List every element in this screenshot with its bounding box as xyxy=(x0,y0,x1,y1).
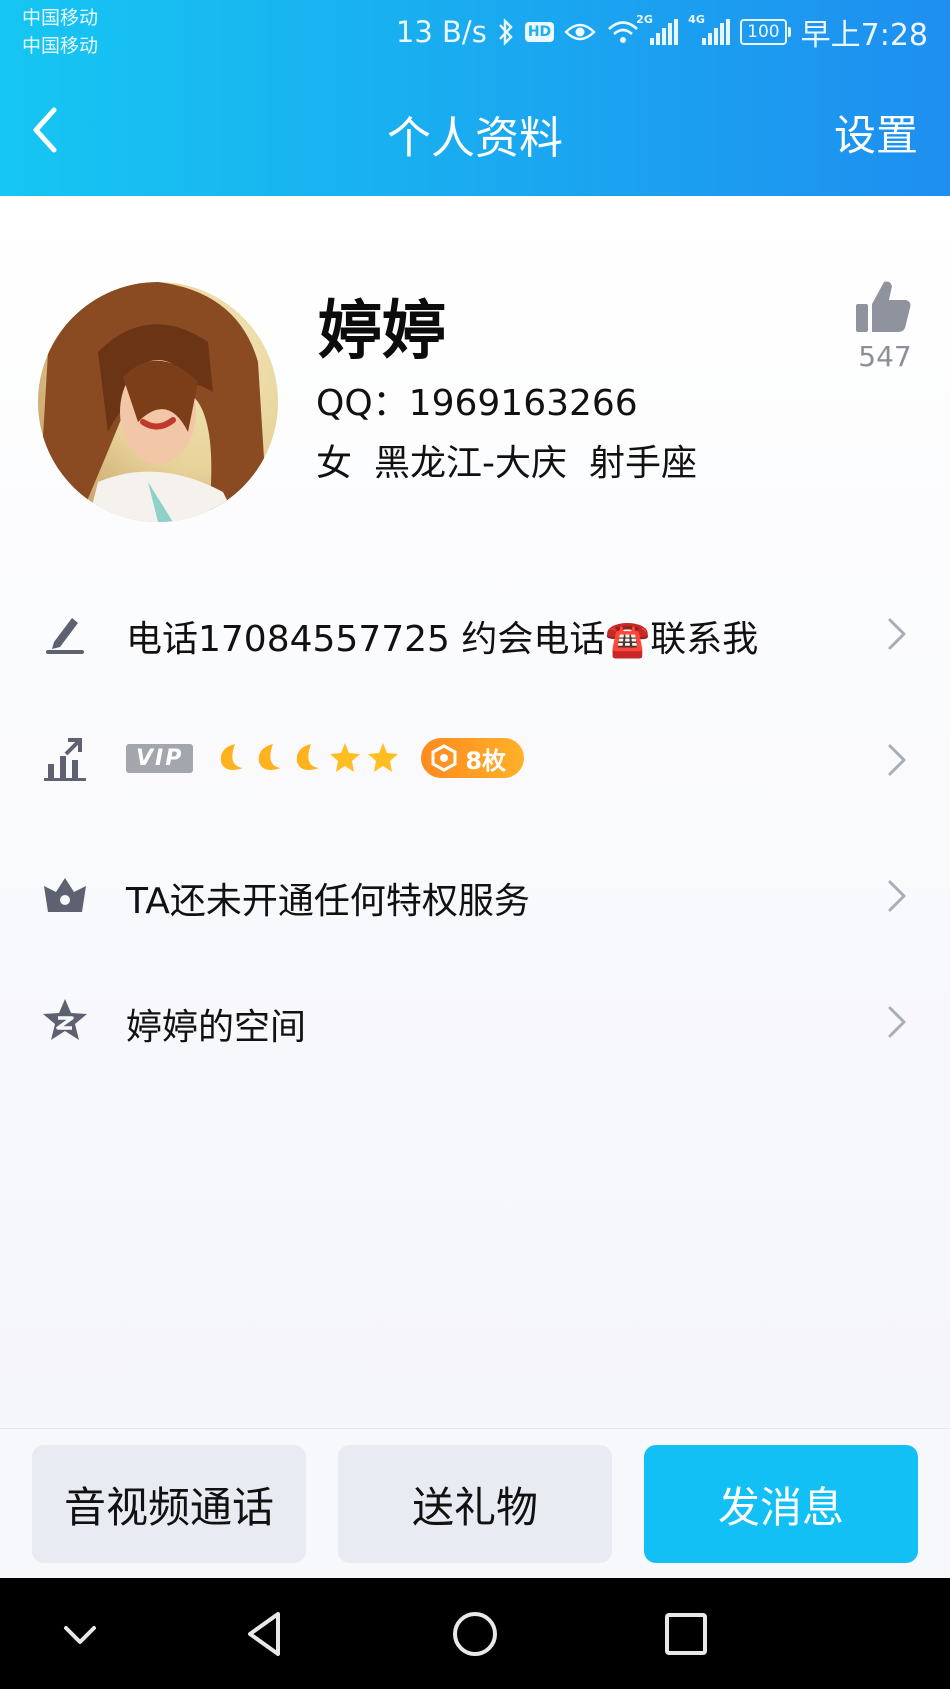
like-button[interactable] xyxy=(850,274,920,344)
privilege-text: TA还未开通任何特权服务 xyxy=(126,881,530,922)
carrier-label-2: 中国移动 xyxy=(22,35,99,57)
eye-icon xyxy=(564,23,596,41)
signature-text: 电话17084557725 约会电话☎️联系我 xyxy=(126,619,759,660)
signature-row[interactable]: 电话17084557725 约会电话☎️联系我 xyxy=(0,582,950,682)
carrier-label-1: 中国移动 xyxy=(22,7,99,29)
thumbs-up-icon xyxy=(856,281,911,332)
level-row[interactable]: VIP 8枚 xyxy=(0,708,950,808)
chevron-right-icon xyxy=(888,880,906,912)
star-icon xyxy=(368,743,399,772)
moon-icon xyxy=(297,744,320,770)
navigation-bar: 个人资料 设置 xyxy=(0,80,950,180)
chevron-right-icon xyxy=(888,744,906,776)
privilege-row[interactable]: TA还未开通任何特权服务 xyxy=(0,844,950,944)
bluetooth-icon xyxy=(498,18,513,46)
location: 黑龙江-大庆 xyxy=(374,443,568,484)
status-indicators: 13 B/s HD 2G 4G 100 早上7:28 xyxy=(395,12,928,53)
qq-level-icons xyxy=(213,740,401,776)
avatar[interactable] xyxy=(38,282,278,522)
medal-count: 8枚 xyxy=(465,746,507,775)
sim1-network-label: 2G xyxy=(636,13,653,26)
network-speed: 13 B/s xyxy=(395,15,487,49)
qzone-star-icon xyxy=(43,999,87,1040)
crown-icon xyxy=(44,878,86,912)
battery-level: 100 xyxy=(740,19,787,45)
hd-icon: HD xyxy=(524,22,555,42)
medal-badge: 8枚 xyxy=(421,738,525,778)
video-call-button[interactable]: 音视频通话 xyxy=(32,1445,306,1563)
vip-badge: VIP xyxy=(126,743,194,773)
signal-icon-sim2: 4G xyxy=(688,13,731,45)
system-navigation-bar xyxy=(0,1578,950,1689)
wifi-icon xyxy=(608,21,639,43)
clock: 早上7:28 xyxy=(800,18,928,53)
moon-icon xyxy=(221,744,244,770)
signal-icon-sim1: 2G xyxy=(636,13,679,45)
star-icon xyxy=(330,743,361,772)
gender: 女 xyxy=(316,443,353,484)
action-bar: 音视频通话 送礼物 发消息 xyxy=(0,1428,950,1578)
sim2-network-label: 4G xyxy=(688,13,705,26)
zodiac: 射手座 xyxy=(589,443,698,484)
home-circle-icon[interactable] xyxy=(447,1606,503,1662)
medal-icon xyxy=(431,744,457,772)
qzone-text: 婷婷的空间 xyxy=(126,1007,307,1048)
nickname: 婷婷 xyxy=(318,295,446,369)
moon-icon xyxy=(259,744,282,770)
level-up-icon xyxy=(44,738,86,781)
basic-info: 女 黑龙江-大庆 射手座 xyxy=(316,434,697,486)
settings-button[interactable]: 设置 xyxy=(834,102,918,163)
avatar-photo xyxy=(38,282,278,522)
pencil-icon xyxy=(46,618,84,654)
chevron-down-icon[interactable] xyxy=(52,1606,108,1662)
chevron-right-icon xyxy=(888,1006,906,1038)
app-header: 中国移动 中国移动 13 B/s HD 2G 4G 100 早上7:28 个人资… xyxy=(0,0,950,196)
battery-icon: 100 xyxy=(740,19,791,45)
status-bar: 中国移动 中国移动 13 B/s HD 2G 4G 100 早上7:28 xyxy=(0,0,950,64)
send-gift-button[interactable]: 送礼物 xyxy=(338,1445,612,1563)
back-triangle-icon[interactable] xyxy=(238,1606,294,1662)
chevron-right-icon xyxy=(888,618,906,650)
qq-number[interactable]: QQ：1969163266 xyxy=(316,374,638,426)
vip-level-group: VIP 8枚 xyxy=(126,738,525,778)
page-title: 个人资料 xyxy=(387,113,563,164)
qzone-row[interactable]: 婷婷的空间 xyxy=(0,970,950,1070)
recents-square-icon[interactable] xyxy=(658,1606,714,1662)
send-message-button[interactable]: 发消息 xyxy=(644,1445,918,1563)
like-count: 547 xyxy=(858,340,912,373)
